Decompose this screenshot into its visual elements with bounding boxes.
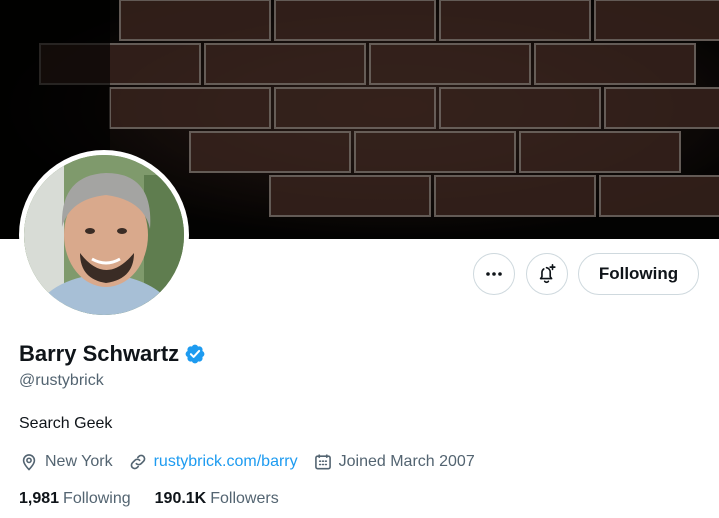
- joined-text: Joined March 2007: [338, 453, 475, 470]
- location-item: New York: [19, 452, 113, 472]
- followers-count-link[interactable]: 190.1K Followers: [155, 490, 279, 508]
- more-horizontal-icon: [486, 272, 502, 276]
- link-icon: [130, 454, 145, 470]
- following-button-label: Following: [598, 264, 679, 283]
- followers-count: 190.1K: [154, 490, 207, 507]
- followers-count-label: Followers: [210, 490, 279, 507]
- location-pin-icon: [22, 454, 36, 471]
- more-options-button[interactable]: [473, 253, 515, 295]
- following-count: 1,981: [19, 490, 60, 507]
- calendar-icon: [314, 454, 331, 470]
- following-count-label: Following: [63, 490, 131, 507]
- profile-name: Barry Schwartz: [19, 341, 180, 366]
- joined-item: Joined March 2007: [313, 452, 475, 472]
- profile-bio: Search Geek: [19, 415, 113, 432]
- following-count-link[interactable]: 1,981 Following: [19, 490, 131, 508]
- profile-meta: New York rustybrick.com/barry Joined Mar…: [19, 452, 490, 472]
- website-item[interactable]: rustybrick.com/barry: [128, 452, 298, 472]
- avatar[interactable]: [19, 150, 189, 320]
- location-text: New York: [45, 453, 113, 470]
- avatar-photo: [24, 155, 184, 315]
- profile-handle: @rustybrick: [19, 372, 104, 389]
- following-button[interactable]: Following: [578, 253, 699, 295]
- notifications-button[interactable]: [526, 253, 568, 295]
- verified-badge-icon[interactable]: [184, 343, 206, 365]
- profile-stats: 1,981 Following 190.1K Followers: [19, 490, 303, 508]
- bell-plus-icon: [539, 264, 556, 284]
- website-link[interactable]: rustybrick.com/barry: [154, 453, 298, 471]
- profile-name-row: Barry Schwartz: [19, 341, 206, 367]
